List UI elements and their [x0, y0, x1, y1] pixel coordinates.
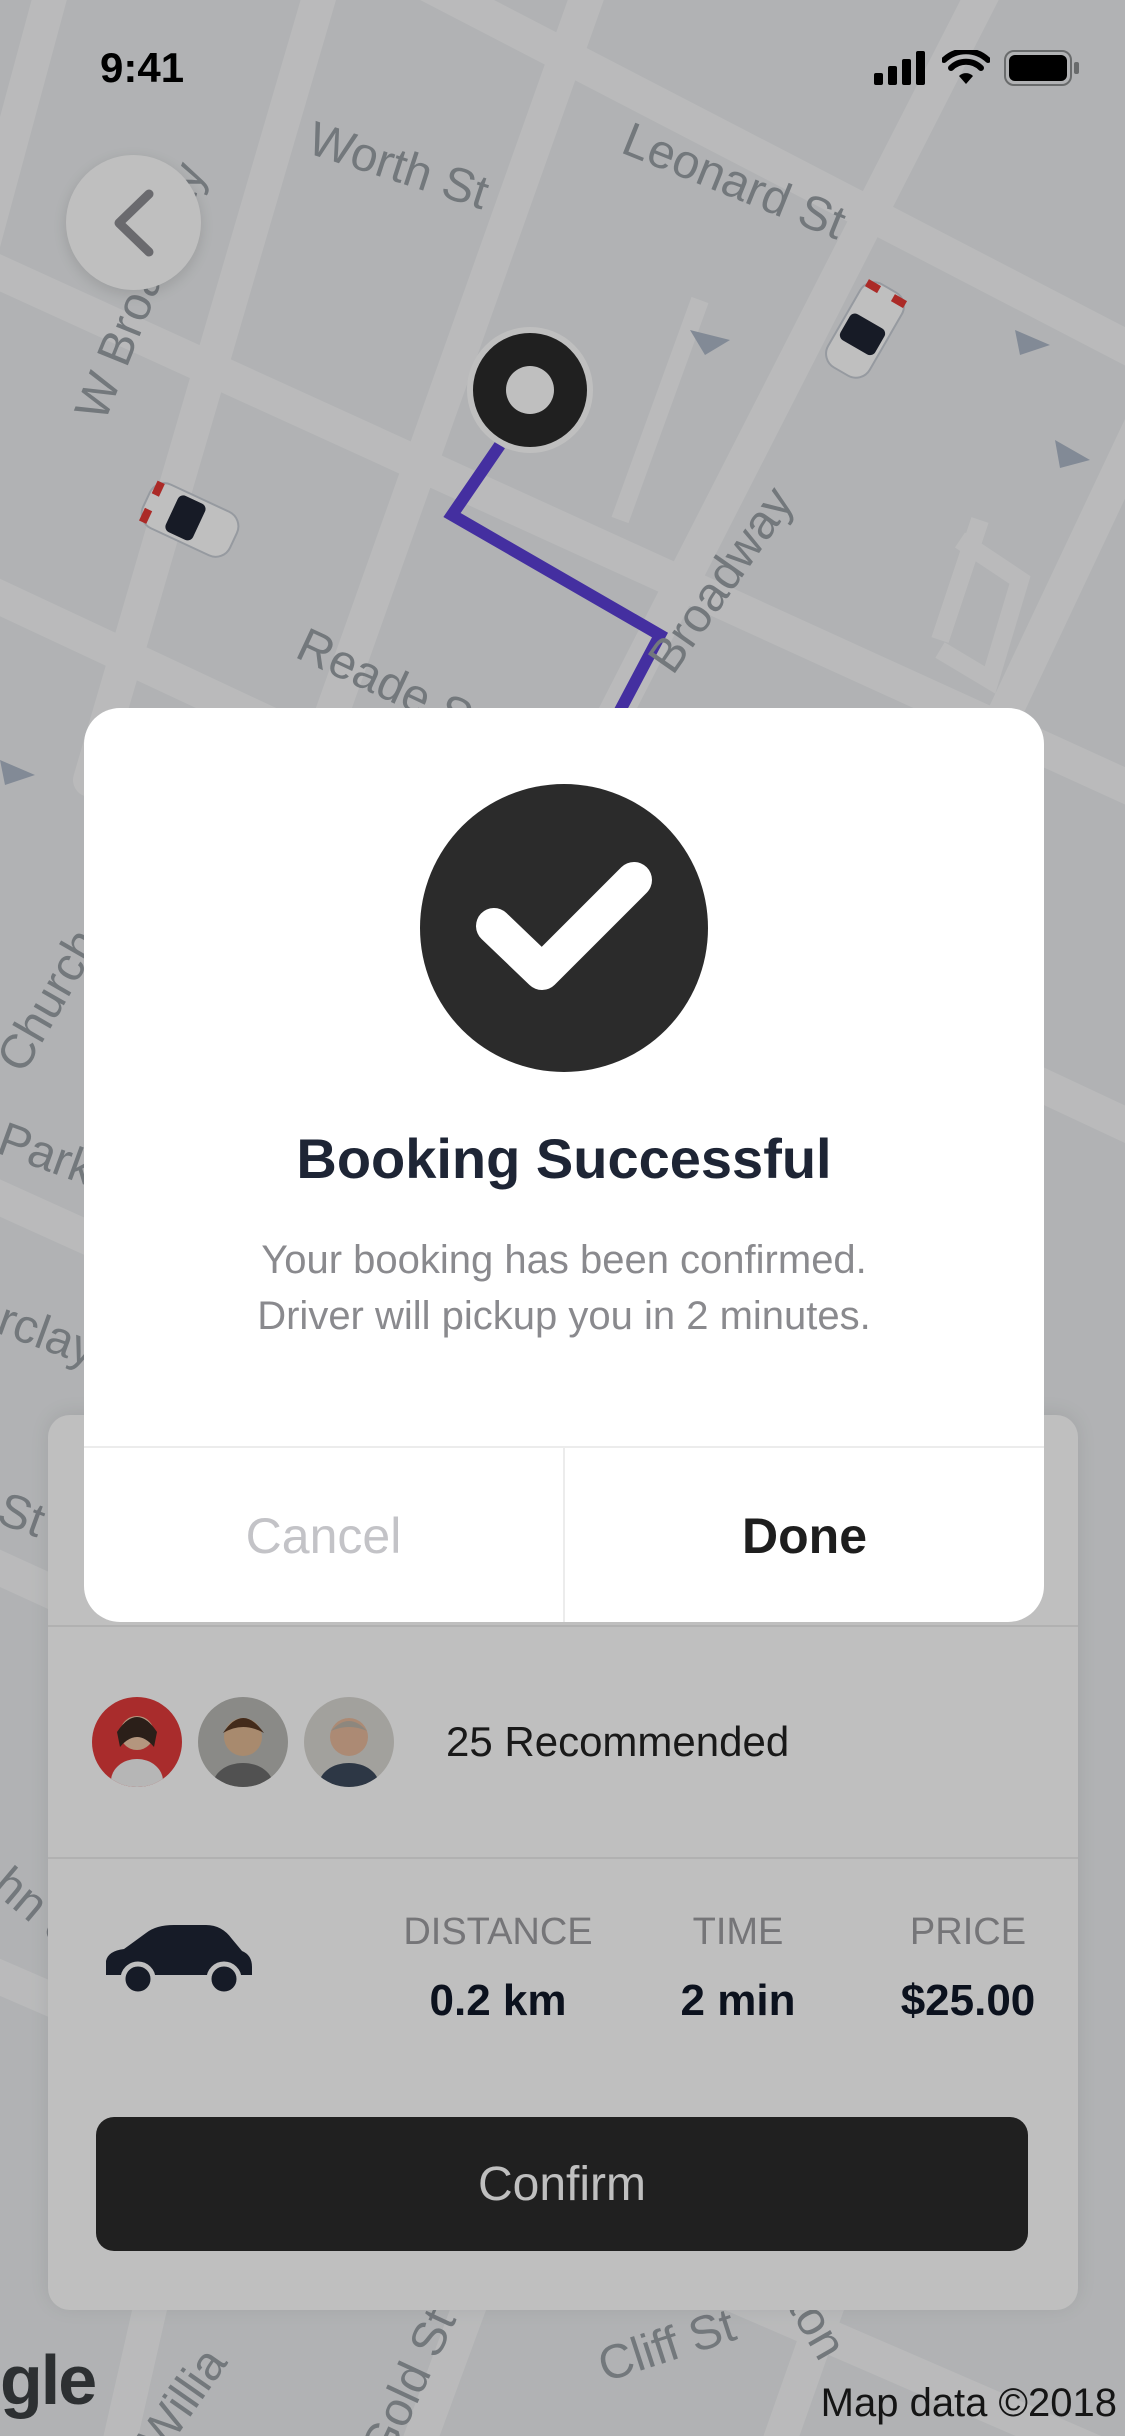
- dialog-message-line: Your booking has been confirmed.: [261, 1238, 867, 1282]
- done-button[interactable]: Done: [565, 1448, 1044, 1622]
- checkmark-icon: [476, 862, 652, 990]
- success-badge: [420, 784, 708, 1072]
- booking-screen: Worth St Leonard St W Broadway Broadway …: [0, 0, 1125, 2436]
- booking-success-dialog: Booking Successful Your booking has been…: [84, 708, 1044, 1622]
- dialog-message: Your booking has been confirmed. Driver …: [84, 1232, 1044, 1344]
- dialog-title: Booking Successful: [296, 1127, 832, 1190]
- cancel-button[interactable]: Cancel: [84, 1448, 565, 1622]
- dialog-message-line: Driver will pickup you in 2 minutes.: [257, 1294, 871, 1338]
- dialog-actions: Cancel Done: [84, 1446, 1044, 1622]
